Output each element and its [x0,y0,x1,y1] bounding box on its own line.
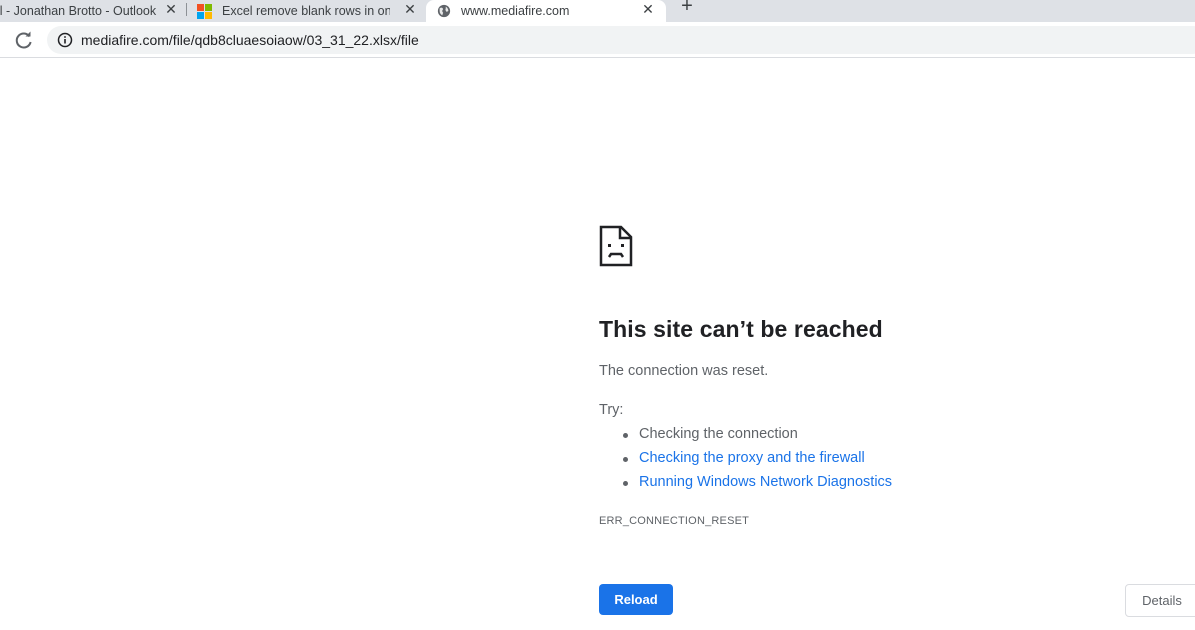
error-message: The connection was reset. [599,363,769,379]
details-button[interactable]: Details [1125,584,1195,617]
close-icon[interactable]: ✕ [164,1,178,17]
suggestion-text: Checking the connection [639,426,798,442]
tab-title: Excel remove blank rows in one a [222,4,390,18]
tab-mediafire[interactable]: www.mediafire.com ✕ [426,0,666,22]
close-icon[interactable]: ✕ [641,1,655,17]
error-title: This site can’t be reached [599,316,883,342]
tab-strip: il - Jonathan Brotto - Outlook ✕ Excel r… [0,0,1195,22]
proxy-firewall-link[interactable]: Checking the proxy and the firewall [639,450,865,466]
suggestion-item: Checking the connection [622,426,892,450]
tab-outlook[interactable]: il - Jonathan Brotto - Outlook ✕ [0,0,186,22]
network-diagnostics-link[interactable]: Running Windows Network Diagnostics [639,474,892,490]
microsoft-logo-icon [197,3,212,19]
url-text[interactable]: mediafire.com/file/qdb8cluaesoiaow/03_31… [81,32,419,48]
tab-excel[interactable]: Excel remove blank rows in one a ✕ [187,0,423,22]
suggestion-item: Running Windows Network Diagnostics [622,474,892,498]
close-icon[interactable]: ✕ [403,1,417,17]
suggestion-item: Checking the proxy and the firewall [622,450,892,474]
error-code: ERR_CONNECTION_RESET [599,515,750,527]
toolbar: mediafire.com/file/qdb8cluaesoiaow/03_31… [0,22,1195,58]
info-icon[interactable] [57,32,73,48]
sad-page-icon [599,225,633,267]
suggestion-list: Checking the connection Checking the pro… [622,426,892,498]
reload-icon[interactable] [14,30,34,50]
try-label: Try: [599,402,624,418]
address-bar[interactable]: mediafire.com/file/qdb8cluaesoiaow/03_31… [47,26,1195,54]
tab-title: il - Jonathan Brotto - Outlook [0,4,157,18]
tab-title: www.mediafire.com [461,4,570,18]
new-tab-button[interactable]: + [677,0,697,16]
globe-icon [437,4,451,18]
reload-button[interactable]: Reload [599,584,673,615]
